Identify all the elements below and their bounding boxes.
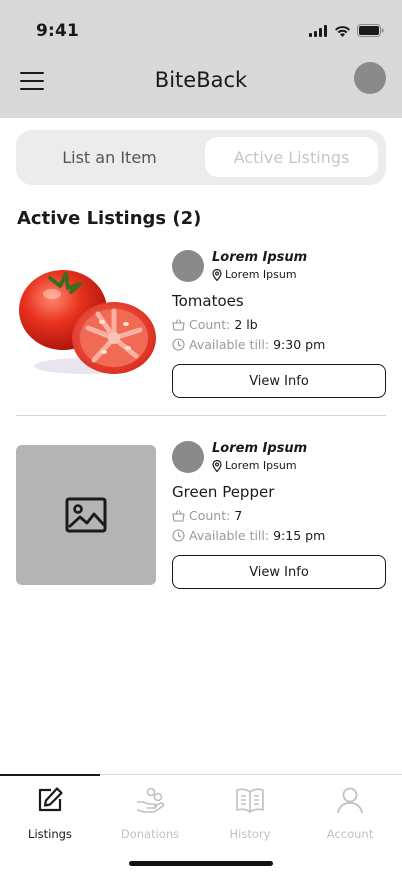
image-placeholder-icon (65, 497, 107, 533)
nav-history[interactable]: History (200, 785, 300, 845)
bottom-nav: Listings Donations History Account (0, 774, 402, 874)
image-placeholder (16, 445, 156, 585)
location-pin-icon (212, 268, 222, 281)
owner-location: Lorem Ipsum (212, 459, 297, 472)
listing-card: Lorem Ipsum Lorem Ipsum Tomatoes Count: … (16, 248, 386, 400)
available-value: 9:30 pm (273, 337, 326, 352)
nav-label: Donations (120, 827, 180, 841)
segmented-tabs: List an Item Active Listings (16, 130, 386, 185)
book-icon (236, 788, 264, 813)
available-label: Available till: (189, 528, 270, 543)
signal-icon (309, 24, 327, 37)
basket-icon (172, 509, 185, 522)
listing-divider (16, 415, 386, 416)
view-info-button[interactable]: View Info (172, 555, 386, 589)
top-header: 9:41 BiteBack (0, 0, 402, 118)
available-label: Available till: (189, 337, 270, 352)
tab-active-listings[interactable]: Active Listings (205, 137, 378, 177)
status-icons (309, 24, 384, 37)
profile-avatar[interactable] (354, 62, 386, 94)
available-row: Available till: 9:15 pm (172, 528, 325, 543)
owner-location: Lorem Ipsum (212, 268, 297, 281)
app-title: BiteBack (154, 68, 248, 92)
owner-name: Lorem Ipsum (212, 441, 308, 456)
owner-name: Lorem Ipsum (212, 250, 308, 265)
status-time: 9:41 (36, 21, 80, 41)
location-pin-icon (212, 459, 222, 472)
basket-icon (172, 318, 185, 331)
owner-location-text: Lorem Ipsum (225, 459, 297, 472)
count-row: Count: 7 (172, 508, 242, 523)
user-icon (337, 787, 363, 814)
item-name: Tomatoes (172, 292, 244, 310)
nav-label: History (229, 827, 271, 841)
count-row: Count: 2 lb (172, 317, 258, 332)
nav-listings[interactable]: Listings (0, 785, 100, 845)
active-tab-indicator (0, 774, 100, 776)
owner-avatar[interactable] (172, 441, 204, 473)
tab-list-an-item[interactable]: List an Item (22, 137, 197, 177)
count-label: Count: (189, 317, 231, 332)
wifi-icon (335, 25, 350, 37)
section-title: Active Listings (2) (17, 208, 202, 229)
available-row: Available till: 9:30 pm (172, 337, 325, 352)
nav-label: Account (326, 827, 374, 841)
edit-icon (38, 787, 63, 812)
owner-avatar[interactable] (172, 250, 204, 282)
donate-hand-icon (136, 787, 165, 813)
clock-icon (172, 338, 185, 351)
count-value: 7 (234, 508, 243, 523)
nav-account[interactable]: Account (300, 785, 400, 845)
owner-location-text: Lorem Ipsum (225, 268, 297, 281)
nav-donations[interactable]: Donations (100, 785, 200, 845)
count-label: Count: (189, 508, 231, 523)
available-value: 9:15 pm (273, 528, 326, 543)
clock-icon (172, 529, 185, 542)
nav-label: Listings (28, 827, 72, 841)
item-name: Green Pepper (172, 483, 275, 501)
count-value: 2 lb (234, 317, 258, 332)
home-indicator (129, 861, 273, 866)
tomato-photo (16, 248, 156, 388)
listing-card: Lorem Ipsum Lorem Ipsum Green Pepper Cou… (16, 439, 386, 591)
battery-icon (357, 24, 384, 37)
view-info-button[interactable]: View Info (172, 364, 386, 398)
